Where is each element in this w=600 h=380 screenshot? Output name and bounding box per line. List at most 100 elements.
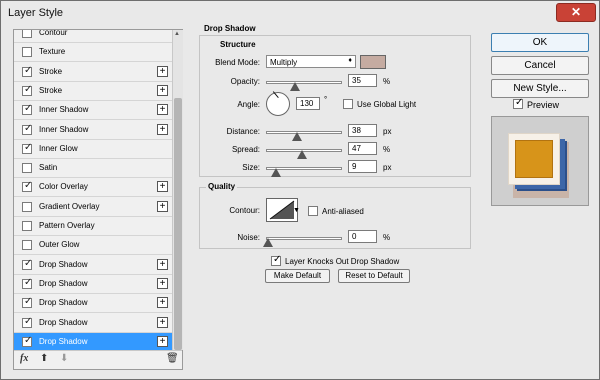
panel-header: Drop Shadow: [202, 24, 258, 33]
size-slider-handle[interactable]: [271, 168, 281, 177]
style-item-label: Drop Shadow: [39, 278, 88, 288]
reset-to-default-button[interactable]: Reset to Default: [338, 269, 410, 283]
style-checkbox[interactable]: ✓: [22, 335, 32, 347]
add-style-plus-icon[interactable]: +: [157, 200, 168, 212]
add-style-plus-icon[interactable]: +: [157, 65, 168, 77]
opacity-slider-handle[interactable]: [290, 82, 300, 91]
style-item-inner-shadow[interactable]: ✓ Inner Shadow +: [14, 121, 172, 140]
layer-knocks-checkbox[interactable]: ✓: [271, 255, 281, 266]
size-label: Size:: [242, 163, 260, 172]
style-checkbox[interactable]: ✓: [22, 123, 32, 135]
add-style-plus-icon[interactable]: +: [157, 104, 168, 116]
make-default-button[interactable]: Make Default: [265, 269, 330, 283]
style-item-drop-shadow[interactable]: ✓ Drop Shadow +: [14, 332, 172, 350]
anti-aliased-label: Anti-aliased: [322, 207, 364, 216]
use-global-light-checkbox[interactable]: [343, 99, 353, 109]
style-item-inner-glow[interactable]: ✓ Inner Glow: [14, 140, 172, 159]
close-button[interactable]: ✕: [556, 3, 596, 22]
style-checkbox[interactable]: [22, 240, 32, 251]
style-item-drop-shadow[interactable]: ✓ Drop Shadow +: [14, 275, 172, 294]
opacity-slider[interactable]: [266, 81, 342, 84]
style-item-gradient-overlay[interactable]: Gradient Overlay +: [14, 198, 172, 217]
spread-label: Spread:: [231, 145, 260, 154]
contour-dropdown-icon[interactable]: ▼: [293, 207, 300, 214]
style-checkbox[interactable]: ✓: [22, 65, 32, 77]
move-up-icon[interactable]: ⬆: [40, 353, 48, 364]
opacity-field[interactable]: 35: [348, 74, 377, 87]
add-style-plus-icon[interactable]: +: [157, 335, 168, 347]
style-checkbox[interactable]: ✓: [22, 84, 32, 96]
ok-button[interactable]: OK: [491, 33, 589, 52]
style-item-label: Stroke: [39, 66, 63, 76]
style-checkbox[interactable]: ✓: [22, 297, 32, 309]
style-item-drop-shadow[interactable]: ✓ Drop Shadow +: [14, 314, 172, 333]
styles-panel: Contour Texture ✓ Stroke + ✓ Stroke + ✓ Inner Sha…: [13, 29, 183, 370]
style-item-color-overlay[interactable]: ✓ Color Overlay +: [14, 178, 172, 198]
style-checkbox[interactable]: ✓: [22, 141, 33, 154]
blend-mode-value: Multiply: [270, 58, 298, 67]
style-checkbox[interactable]: [22, 30, 32, 38]
blend-mode-label: Blend Mode:: [215, 58, 260, 67]
add-style-plus-icon[interactable]: +: [157, 297, 168, 309]
style-item-drop-shadow[interactable]: ✓ Drop Shadow +: [14, 294, 172, 314]
add-style-plus-icon[interactable]: +: [157, 277, 168, 289]
new-style-button[interactable]: New Style...: [491, 79, 589, 98]
distance-slider[interactable]: [266, 131, 342, 134]
angle-label: Angle:: [237, 100, 260, 109]
style-checkbox[interactable]: ✓: [22, 258, 32, 270]
style-item-label: Drop Shadow: [39, 259, 88, 269]
style-item-label: Drop Shadow: [39, 317, 88, 327]
style-checkbox[interactable]: [22, 221, 32, 231]
style-checkbox[interactable]: [22, 47, 32, 58]
quality-section: Quality Contour: ▼ Anti-aliased Noise: 0…: [199, 182, 471, 249]
move-down-icon[interactable]: ⬇: [60, 353, 68, 364]
title-bar[interactable]: Layer Style ✕: [1, 1, 599, 26]
spread-slider-handle[interactable]: [297, 150, 307, 159]
angle-dial[interactable]: [266, 91, 290, 116]
fx-icon[interactable]: fx: [20, 353, 28, 364]
style-checkbox[interactable]: [22, 201, 32, 212]
scroll-up-icon[interactable]: ▲: [174, 31, 180, 37]
scroll-thumb[interactable]: [174, 98, 182, 350]
style-item-outer-glow[interactable]: Outer Glow: [14, 236, 172, 256]
style-item-satin[interactable]: Satin: [14, 159, 172, 179]
noise-field[interactable]: 0: [348, 230, 377, 243]
style-item-drop-shadow[interactable]: ✓ Drop Shadow +: [14, 256, 172, 275]
add-style-plus-icon[interactable]: +: [157, 84, 168, 96]
distance-field[interactable]: 38: [348, 124, 377, 137]
styles-toolbar: fx ⬆ ⬇ 🗑: [14, 350, 182, 369]
style-item-contour[interactable]: Contour: [14, 30, 172, 43]
style-item-texture[interactable]: Texture: [14, 43, 172, 63]
style-item-pattern-overlay[interactable]: Pattern Overlay: [14, 217, 172, 236]
style-checkbox[interactable]: [22, 163, 32, 174]
noise-unit: %: [383, 233, 391, 242]
distance-slider-handle[interactable]: [292, 132, 302, 141]
add-style-plus-icon[interactable]: +: [157, 123, 168, 135]
noise-slider[interactable]: [266, 237, 342, 240]
style-item-stroke[interactable]: ✓ Stroke +: [14, 63, 172, 82]
noise-slider-handle[interactable]: [263, 238, 273, 247]
style-checkbox[interactable]: ✓: [22, 181, 32, 193]
add-style-plus-icon[interactable]: +: [157, 181, 168, 193]
style-item-label: Stroke: [39, 85, 63, 95]
style-checkbox[interactable]: ✓: [22, 316, 32, 328]
angle-field[interactable]: 130: [296, 97, 320, 110]
cancel-button[interactable]: Cancel: [491, 56, 589, 75]
style-item-inner-shadow[interactable]: ✓ Inner Shadow +: [14, 101, 172, 121]
size-field[interactable]: 9: [348, 160, 377, 173]
add-style-plus-icon[interactable]: +: [157, 316, 168, 328]
style-item-stroke[interactable]: ✓ Stroke +: [14, 82, 172, 101]
blend-mode-select[interactable]: Multiply ♦: [266, 55, 356, 68]
distance-unit: px: [383, 127, 392, 136]
preview-label: Preview: [527, 100, 560, 110]
spread-field[interactable]: 47: [348, 142, 377, 155]
style-checkbox[interactable]: ✓: [22, 104, 32, 116]
anti-aliased-checkbox[interactable]: [308, 206, 318, 216]
check-icon: ✓: [24, 141, 33, 153]
add-style-plus-icon[interactable]: +: [157, 258, 168, 270]
styles-scrollbar[interactable]: ▲: [172, 30, 183, 350]
preview-checkbox[interactable]: ✓: [513, 98, 523, 109]
shadow-color-swatch[interactable]: [360, 55, 386, 69]
style-checkbox[interactable]: ✓: [22, 277, 32, 289]
trash-icon[interactable]: 🗑: [166, 353, 179, 364]
